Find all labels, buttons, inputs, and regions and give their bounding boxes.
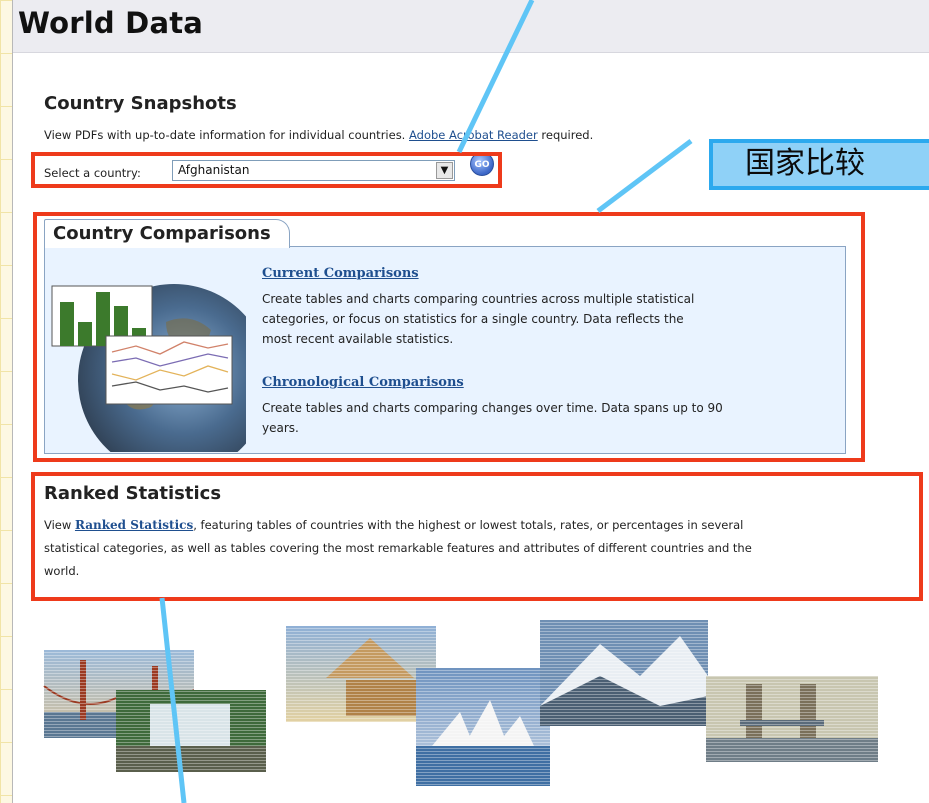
pointer-line-bottom [159, 597, 187, 803]
annotation-pointers [159, 0, 693, 803]
pointer-line-callout [596, 139, 693, 213]
callout-label: 国家比较 [709, 139, 929, 190]
pointer-line-top [456, 0, 535, 154]
